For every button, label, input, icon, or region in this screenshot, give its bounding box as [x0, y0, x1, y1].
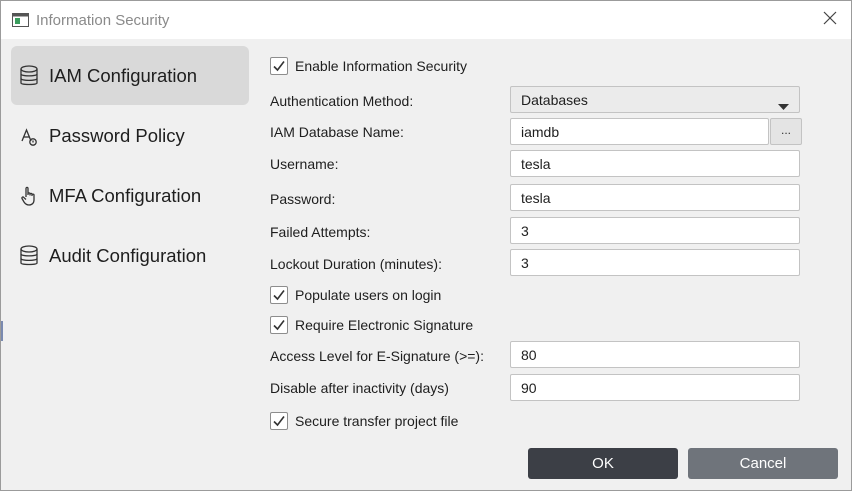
sidebar-item-mfa-configuration[interactable]: MFA Configuration — [11, 166, 249, 225]
window-title: Information Security — [36, 12, 170, 29]
close-icon — [823, 11, 837, 30]
esig-access-level-label: Access Level for E-Signature (>=): — [270, 348, 484, 364]
require-esig-label: Require Electronic Signature — [295, 317, 474, 333]
iam-db-name-input[interactable]: iamdb — [510, 118, 769, 145]
edge-marker — [1, 321, 3, 341]
populate-users-label: Populate users on login — [295, 287, 442, 303]
failed-attempts-input[interactable]: 3 — [510, 217, 800, 244]
password-policy-icon — [19, 125, 39, 147]
lockout-duration-input[interactable]: 3 — [510, 249, 800, 276]
sidebar-item-password-policy[interactable]: Password Policy — [11, 106, 249, 165]
close-button[interactable] — [816, 7, 844, 33]
touch-hand-icon — [19, 185, 39, 207]
chevron-down-icon — [778, 97, 789, 113]
title-bar[interactable]: Information Security — [1, 1, 851, 39]
sidebar-item-label: Audit Configuration — [49, 244, 207, 266]
browse-database-button[interactable]: ... — [770, 118, 802, 145]
sidebar-item-label: IAM Configuration — [49, 64, 198, 86]
auth-method-select[interactable]: Databases — [510, 86, 800, 113]
populate-users-checkbox[interactable] — [270, 286, 288, 304]
enable-security-checkbox[interactable] — [270, 57, 288, 75]
information-security-dialog: Information Security IAM Configuration P… — [0, 0, 852, 491]
esig-access-level-input[interactable]: 80 — [510, 341, 800, 368]
sidebar-item-label: Password Policy — [49, 124, 185, 146]
iam-db-name-label: IAM Database Name: — [270, 124, 404, 140]
username-label: Username: — [270, 156, 339, 172]
sidebar-item-iam-configuration[interactable]: IAM Configuration — [11, 46, 249, 105]
failed-attempts-label: Failed Attempts: — [270, 224, 371, 240]
sidebar-item-audit-configuration[interactable]: Audit Configuration — [11, 226, 249, 285]
password-input[interactable]: tesla — [510, 184, 800, 211]
secure-transfer-label: Secure transfer project file — [295, 413, 459, 429]
ok-button[interactable]: OK — [528, 448, 678, 479]
auth-method-label: Authentication Method: — [270, 93, 414, 109]
enable-security-label: Enable Information Security — [295, 58, 467, 74]
disable-inactivity-label: Disable after inactivity (days) — [270, 380, 449, 396]
sidebar-item-label: MFA Configuration — [49, 184, 202, 206]
require-esig-checkbox[interactable] — [270, 316, 288, 334]
dialog-content: IAM Configuration Password Policy MFA Co… — [1, 39, 851, 490]
lockout-duration-label: Lockout Duration (minutes): — [270, 256, 442, 272]
cancel-button[interactable]: Cancel — [688, 448, 838, 479]
auth-method-value: Databases — [521, 92, 588, 108]
username-input[interactable]: tesla — [510, 150, 800, 177]
secure-transfer-checkbox[interactable] — [270, 412, 288, 430]
password-label: Password: — [270, 191, 336, 207]
disable-inactivity-input[interactable]: 90 — [510, 374, 800, 401]
database-icon — [19, 245, 39, 267]
app-window-icon — [12, 13, 29, 27]
database-icon — [19, 65, 39, 87]
